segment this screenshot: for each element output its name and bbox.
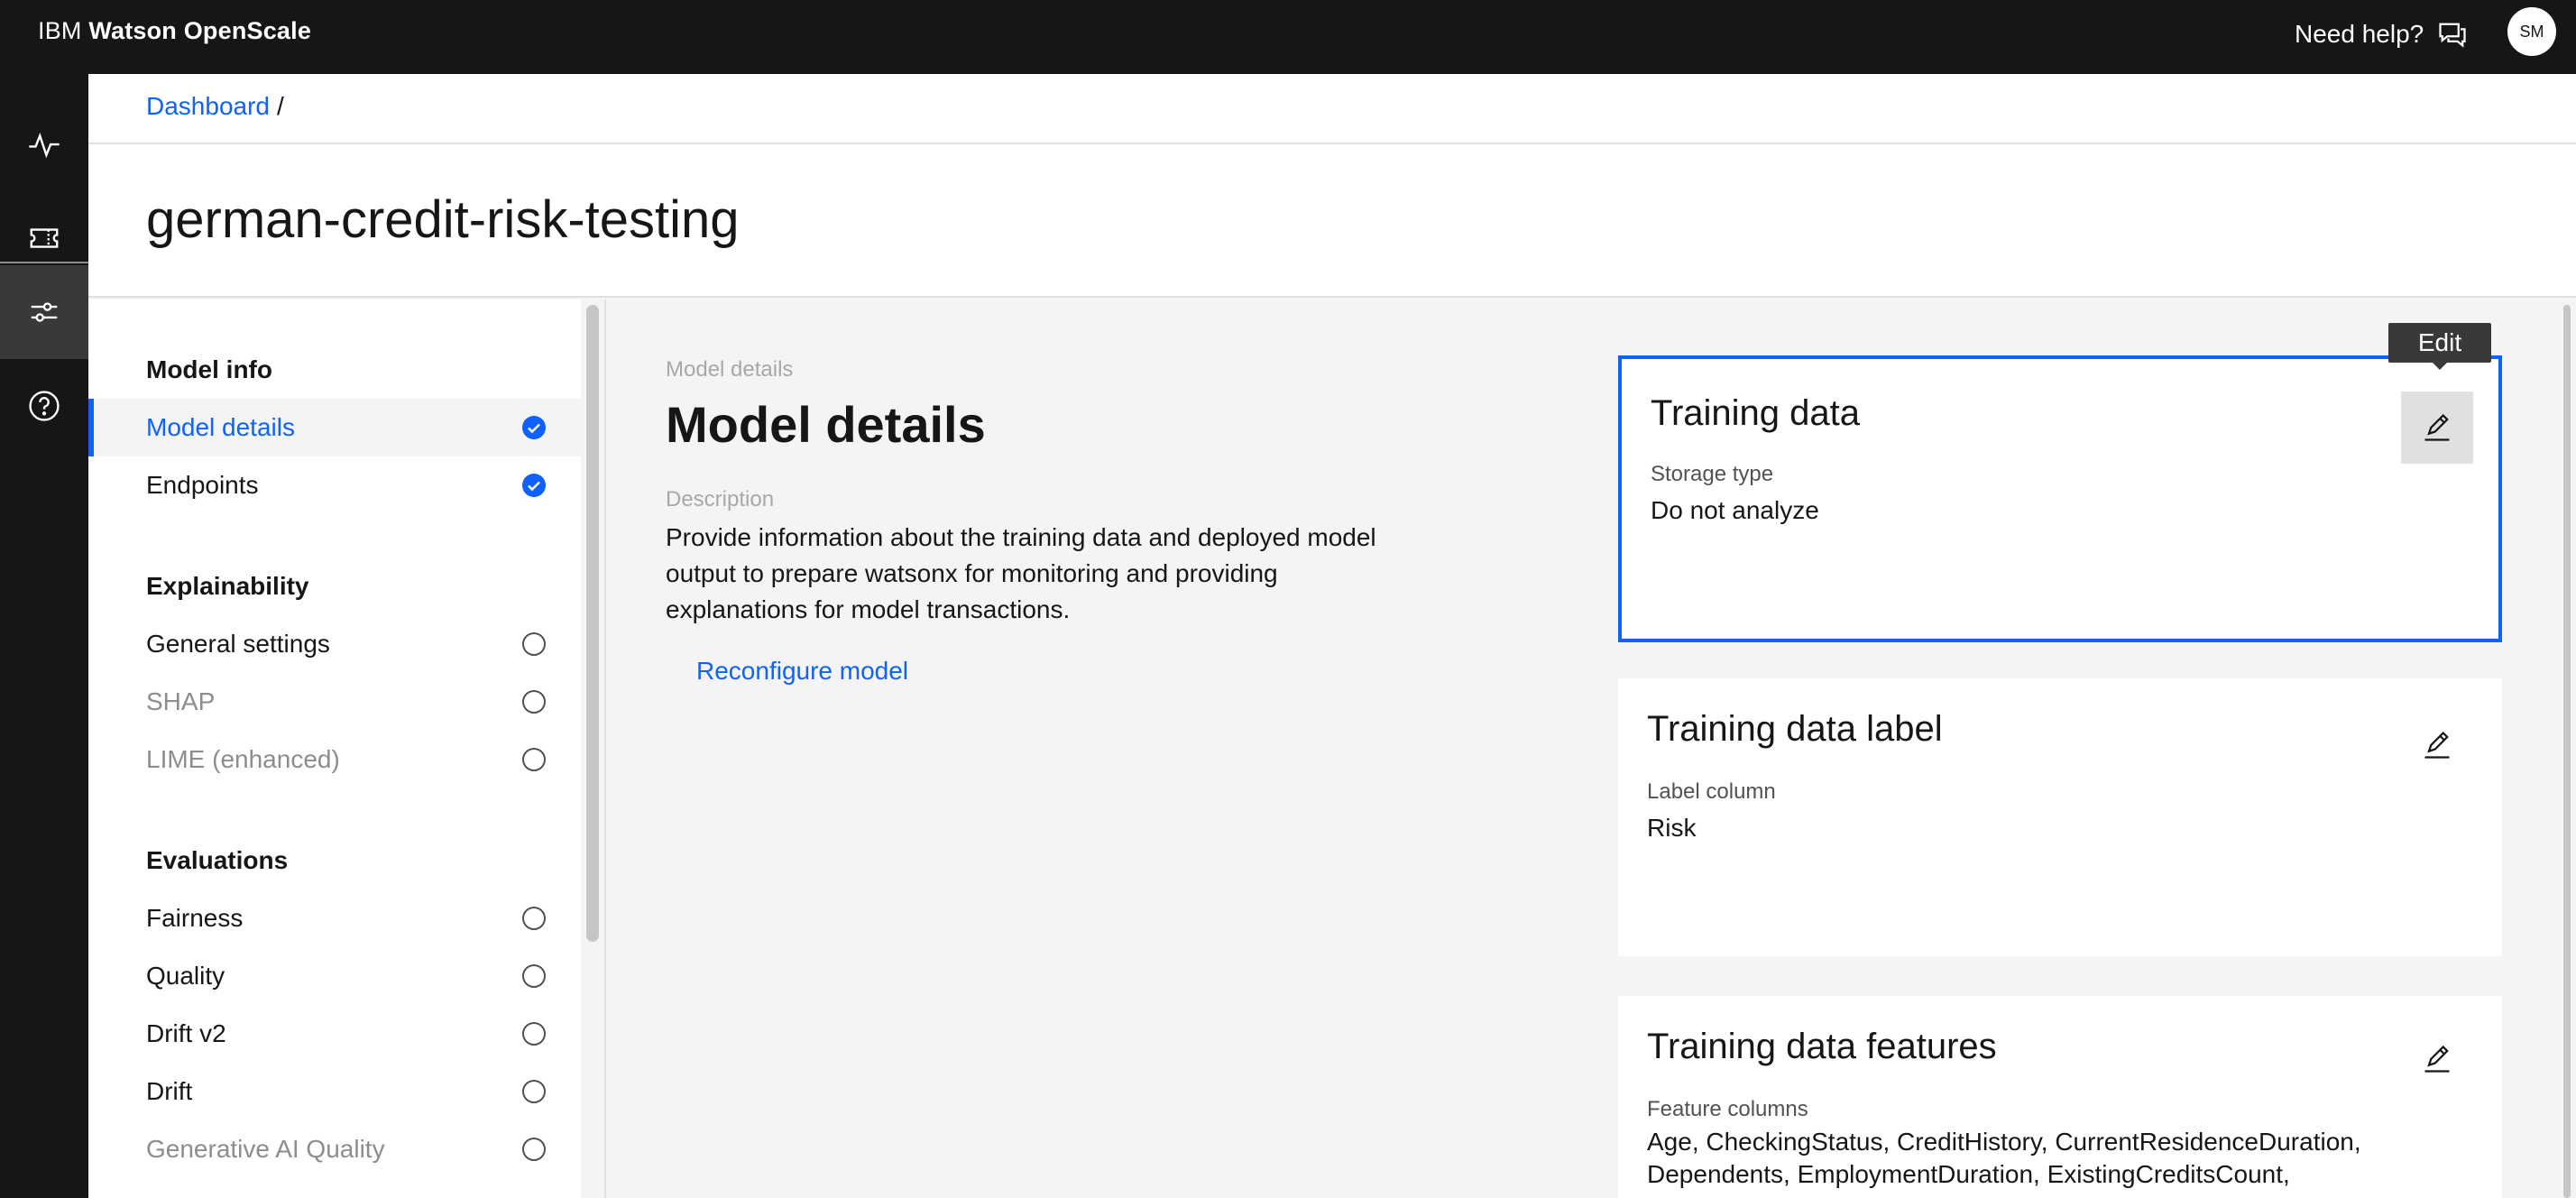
card-field-value: Risk [1647, 814, 1697, 842]
nav-item-label: Endpoints [146, 471, 259, 499]
top-header: IBM Watson OpenScale Need help? SM [0, 0, 2576, 74]
edit-icon [2424, 731, 2450, 759]
nav-item-label: Drift v2 [146, 1019, 226, 1047]
nav-section-explainability: Explainability [146, 572, 309, 600]
rail-item-insights[interactable] [0, 97, 88, 191]
circle-outline-icon [522, 1080, 546, 1103]
nav-item-quality[interactable]: Quality [88, 947, 581, 1005]
nav-item-label: Quality [146, 962, 225, 990]
rail-item-help[interactable] [0, 359, 88, 453]
card-title: Training data label [1647, 709, 1943, 749]
user-avatar[interactable]: SM [2507, 7, 2556, 56]
section-eyebrow: Model details [666, 357, 794, 382]
card-title: Training data features [1647, 1027, 1997, 1066]
main-scroll-thumb[interactable] [2563, 305, 2571, 1198]
card-field-label: Label column [1647, 779, 1776, 804]
need-help-button[interactable]: Need help? [2295, 16, 2469, 52]
nav-item-endpoints[interactable]: Endpoints [88, 456, 581, 514]
circle-outline-icon [522, 907, 546, 930]
card-field-value: Age, CheckingStatus, CreditHistory, Curr… [1647, 1128, 2361, 1188]
nav-item-model-details[interactable]: Model details [88, 399, 581, 456]
page-title: german-credit-risk-testing [146, 190, 740, 249]
card-title: Training data [1651, 393, 1860, 433]
nav-item-generative-ai-quality[interactable]: Generative AI Quality [88, 1120, 581, 1178]
card-field-label: Storage type [1651, 462, 1774, 486]
product-name[interactable]: IBM Watson OpenScale [38, 0, 311, 74]
circle-outline-icon [522, 632, 546, 656]
settings-adjust-icon [31, 302, 58, 322]
nav-item-label: LIME (enhanced) [146, 745, 340, 773]
circle-outline-icon [522, 1022, 546, 1046]
training-data-features-card[interactable]: Training data features Feature columns A… [1618, 996, 2502, 1198]
section-title: Model details [666, 396, 986, 453]
training-data-card[interactable]: Training data Storage type Do not analyz… [1618, 355, 2502, 642]
edit-tooltip: Edit [2388, 323, 2491, 363]
tooltip-caret [2431, 361, 2449, 370]
circle-outline-icon [522, 964, 546, 988]
nav-item-fairness[interactable]: Fairness [88, 889, 581, 947]
nav-section-evaluations: Evaluations [146, 846, 289, 874]
nav-item-label: Generative AI Quality [146, 1135, 385, 1163]
nav-item-drift-v2[interactable]: Drift v2 [88, 1005, 581, 1063]
brand-prefix: IBM [38, 17, 82, 44]
nav-item-label: SHAP [146, 687, 216, 715]
edit-training-data-button[interactable] [2401, 392, 2473, 464]
description-label: Description [666, 487, 775, 511]
nav-item-general-settings[interactable]: General settings [88, 615, 581, 673]
edit-training-data-label-button[interactable] [2401, 709, 2473, 781]
nav-item-label: Fairness [146, 904, 244, 932]
need-help-label: Need help? [2295, 20, 2424, 48]
breadcrumb-bar: Dashboard / [88, 74, 2576, 144]
config-side-nav: Model info Model details Endpoints Expla… [88, 300, 593, 1198]
breadcrumb-dashboard-link[interactable]: Dashboard [146, 92, 270, 120]
nav-section-model-info: Model info [146, 355, 272, 383]
activity-icon [29, 133, 60, 159]
side-nav-scroll-thumb[interactable] [586, 305, 599, 942]
rail-divider [0, 262, 88, 263]
circle-outline-icon [522, 690, 546, 714]
checkmark-filled-icon [522, 474, 546, 497]
edit-icon [2424, 1045, 2450, 1073]
nav-item-shap[interactable]: SHAP [88, 673, 581, 731]
nav-item-label: General settings [146, 630, 330, 658]
edit-icon [2424, 413, 2450, 441]
checkmark-filled-icon [522, 416, 546, 439]
training-data-label-card[interactable]: Training data label Label column Risk [1618, 678, 2502, 956]
nav-item-label: Model details [146, 413, 295, 441]
side-nav-divider [604, 300, 606, 1198]
chat-icon [2439, 23, 2466, 48]
side-rail [0, 74, 88, 1198]
ticket-icon [30, 228, 59, 248]
nav-item-drift[interactable]: Drift [88, 1063, 581, 1120]
title-bar: german-credit-risk-testing [88, 144, 2576, 298]
reconfigure-model-link[interactable]: Reconfigure model [696, 657, 908, 686]
circle-outline-icon [522, 748, 546, 771]
nav-item-label: Drift [146, 1077, 193, 1105]
card-field-value: Do not analyze [1651, 496, 1819, 524]
circle-outline-icon [522, 1138, 546, 1161]
nav-item-lime-enhanced[interactable]: LIME (enhanced) [88, 731, 581, 788]
brand-name: Watson OpenScale [88, 17, 312, 44]
help-icon [29, 391, 60, 421]
description-text: Provide information about the training d… [666, 523, 1376, 623]
edit-training-data-features-button[interactable] [2401, 1023, 2473, 1095]
breadcrumb-separator: / [276, 92, 284, 120]
rail-item-configure[interactable] [0, 265, 88, 359]
breadcrumb: Dashboard / [146, 92, 284, 121]
card-field-label: Feature columns [1647, 1097, 1808, 1121]
